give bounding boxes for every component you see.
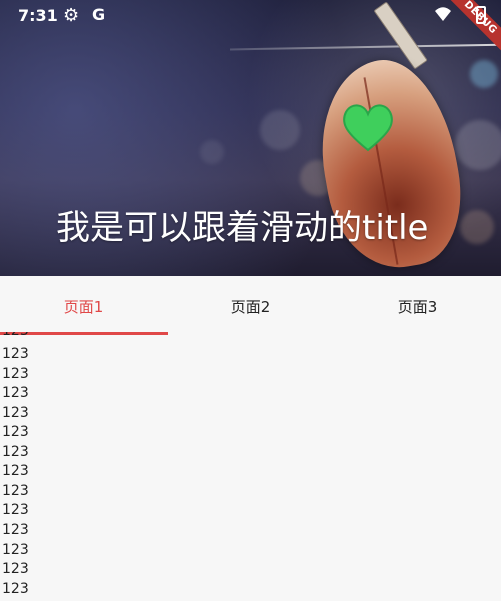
content-list[interactable]: 123 123 123 123 123 123 123 123 123 123 … [0, 332, 501, 601]
wifi-icon [435, 7, 451, 21]
list-item: 123 [2, 366, 29, 382]
tab-page-2[interactable]: 页面2 [167, 296, 334, 317]
tab-page-1[interactable]: 页面1 [0, 296, 167, 317]
list-item: 123 [2, 581, 29, 597]
list-item: 123 [2, 444, 29, 460]
status-time: 7:31 [18, 6, 58, 25]
list-item: 123 [2, 405, 29, 421]
list-item: 123 [2, 463, 29, 479]
list-item: 123 [2, 483, 29, 499]
list-item: 123 [2, 385, 29, 401]
settings-icon: ⚙ [63, 5, 80, 26]
list-item: 123 [2, 424, 29, 440]
tab-page-3[interactable]: 页面3 [334, 296, 501, 317]
list-item: 123 [2, 561, 29, 577]
status-bar: 7:31 ⚙ G [0, 0, 501, 32]
google-icon: G [92, 5, 106, 24]
heart-icon [343, 104, 393, 152]
list-item: 123 [2, 502, 29, 518]
tab-bar: 页面1 页面2 页面3 [0, 276, 501, 335]
header-image: DEBUG 7:31 ⚙ G 我是可以跟着滑动的title [0, 0, 501, 276]
clothesline [230, 43, 501, 51]
collapsing-title: 我是可以跟着滑动的title [56, 208, 429, 248]
list-item: 123 [2, 346, 29, 362]
list-item: 123 [2, 522, 29, 538]
list-item: 123 [2, 332, 29, 341]
battery-icon [476, 6, 486, 24]
list-item: 123 [2, 542, 29, 558]
